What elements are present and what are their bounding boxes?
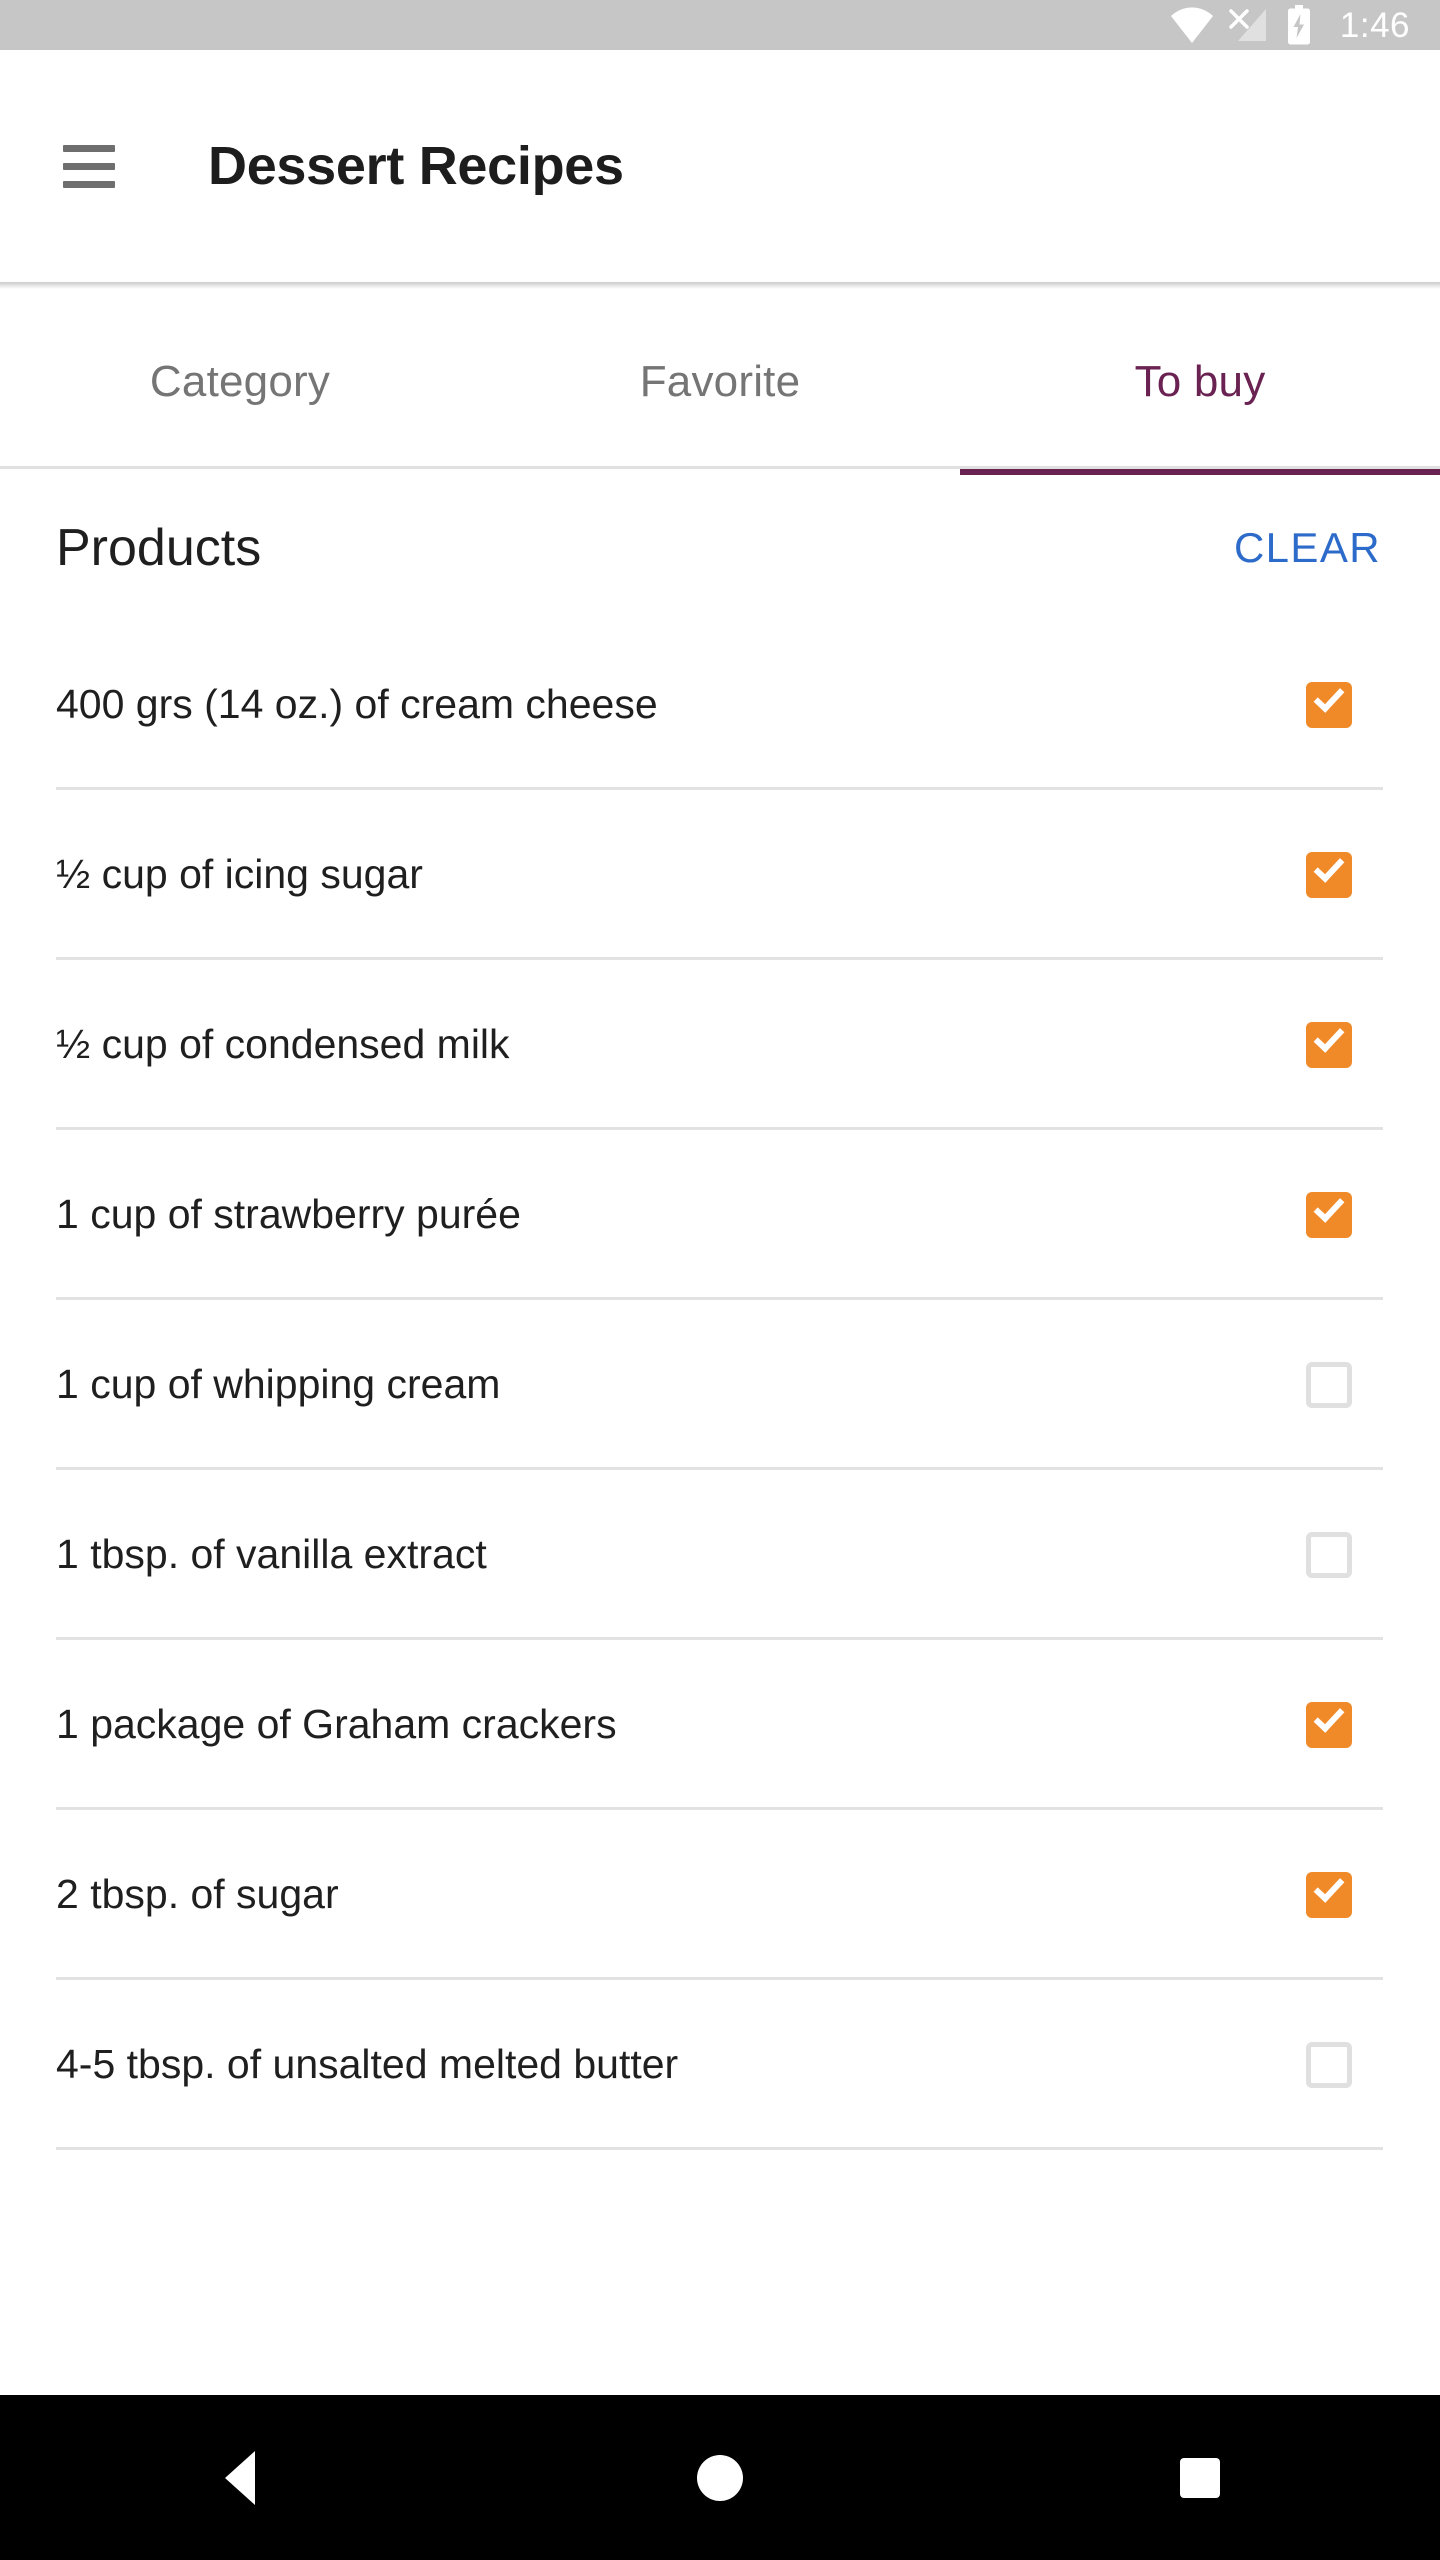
product-label: 1 tbsp. of vanilla extract (56, 1531, 487, 1578)
tab-bar: Category Favorite To buy (0, 289, 1440, 475)
tab-favorite[interactable]: Favorite (480, 289, 960, 475)
products-list: 400 grs (14 oz.) of cream cheese ½ cup o… (0, 620, 1440, 2150)
wifi-icon (1170, 7, 1213, 43)
check-icon (1313, 681, 1345, 713)
app-bar: Dessert Recipes (0, 50, 1440, 282)
nav-home-button[interactable] (640, 2395, 800, 2560)
tab-label: Favorite (639, 357, 801, 406)
hamburger-line (63, 180, 115, 188)
list-item[interactable]: 4-5 tbsp. of unsalted melted butter (0, 1980, 1440, 2150)
check-icon (1313, 1191, 1345, 1223)
to-buy-panel: Products CLEAR 400 grs (14 oz.) of cream… (0, 475, 1440, 2395)
list-item[interactable]: 1 tbsp. of vanilla extract (0, 1470, 1440, 1640)
check-icon (1313, 1871, 1345, 1903)
product-checkbox[interactable] (1306, 1191, 1352, 1238)
product-checkbox[interactable] (1306, 1362, 1352, 1408)
product-label: 4-5 tbsp. of unsalted melted butter (56, 2041, 679, 2088)
app-bar-shadow (0, 282, 1440, 289)
product-label: ½ cup of condensed milk (56, 1021, 510, 1068)
product-label: 1 cup of strawberry purée (56, 1191, 521, 1238)
list-item[interactable]: ½ cup of icing sugar (0, 790, 1440, 960)
check-icon (1313, 1021, 1345, 1053)
check-icon (1313, 851, 1345, 883)
android-nav-bar (0, 2395, 1440, 2560)
status-bar-icons: 1:46 (1170, 5, 1410, 45)
tab-label: To buy (1134, 357, 1266, 406)
tab-label: Category (149, 357, 331, 406)
product-label: 1 package of Graham crackers (56, 1701, 617, 1748)
list-item[interactable]: 1 cup of strawberry purée (0, 1130, 1440, 1300)
tab-to-buy[interactable]: To buy (960, 289, 1440, 475)
triangle-back-icon (225, 2450, 255, 2505)
square-recents-icon (1180, 2457, 1220, 2498)
tab-bar-divider (0, 466, 1440, 469)
list-item[interactable]: ½ cup of condensed milk (0, 960, 1440, 1130)
products-title: Products (56, 518, 262, 577)
circle-home-icon (697, 2454, 743, 2501)
battery-charging-icon (1287, 5, 1310, 45)
product-checkbox[interactable] (1306, 2042, 1352, 2088)
product-label: ½ cup of icing sugar (56, 851, 423, 898)
product-label: 400 grs (14 oz.) of cream cheese (56, 681, 658, 728)
hamburger-line (63, 162, 115, 170)
list-divider (56, 2147, 1383, 2150)
hamburger-menu-icon[interactable] (63, 144, 115, 188)
list-item[interactable]: 2 tbsp. of sugar (0, 1810, 1440, 1980)
product-checkbox[interactable] (1306, 1532, 1352, 1578)
product-checkbox[interactable] (1306, 1871, 1352, 1918)
cellular-no-sim-icon (1229, 9, 1266, 41)
tab-category[interactable]: Category (0, 289, 480, 475)
nav-back-button[interactable] (160, 2395, 320, 2560)
product-label: 2 tbsp. of sugar (56, 1871, 339, 1918)
list-item[interactable]: 400 grs (14 oz.) of cream cheese (0, 620, 1440, 790)
nav-recents-button[interactable] (1120, 2395, 1280, 2560)
status-bar-time: 1:46 (1339, 5, 1410, 45)
list-item[interactable]: 1 cup of whipping cream (0, 1300, 1440, 1470)
list-item[interactable]: 1 package of Graham crackers (0, 1640, 1440, 1810)
product-label: 1 cup of whipping cream (56, 1361, 501, 1408)
product-checkbox[interactable] (1306, 1021, 1352, 1068)
clear-button[interactable]: CLEAR (1228, 517, 1387, 579)
products-header: Products CLEAR (0, 475, 1440, 620)
hamburger-line (63, 144, 115, 152)
check-icon (1313, 1701, 1345, 1733)
product-checkbox[interactable] (1306, 681, 1352, 728)
product-checkbox[interactable] (1306, 1701, 1352, 1748)
product-checkbox[interactable] (1306, 851, 1352, 898)
status-bar: 1:46 (0, 0, 1440, 50)
page-title: Dessert Recipes (208, 136, 624, 196)
